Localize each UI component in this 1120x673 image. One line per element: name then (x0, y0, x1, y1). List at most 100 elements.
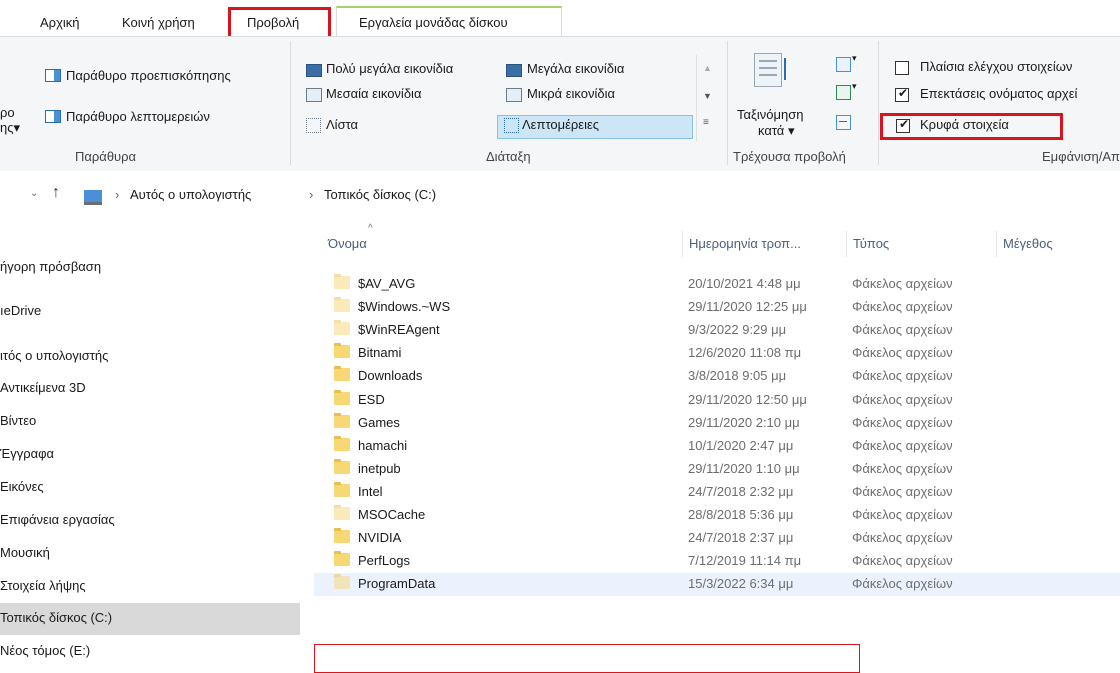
nav-item-new-volume[interactable]: Νέος τόμος (E:) (0, 636, 300, 668)
size-columns-to-fit-icon[interactable] (836, 115, 851, 130)
column-header-date[interactable]: Ημερομηνία τροπ... (689, 236, 801, 251)
folder-icon (334, 528, 350, 544)
file-row[interactable]: MSOCache 28/8/2018 5:36 μμ Φάκελος αρχείων (314, 504, 1120, 527)
extra-large-icons-option[interactable]: Πολύ μεγάλα εικονίδια (326, 61, 453, 76)
file-type: Φάκελος αρχείων (852, 414, 953, 430)
file-row[interactable]: Bitnami 12/6/2020 11:08 πμ Φάκελος αρχείων (314, 342, 1120, 365)
file-type: Φάκελος αρχείων (852, 437, 953, 453)
file-row[interactable]: ESD 29/11/2020 12:50 μμ Φάκελος αρχείων (314, 389, 1120, 412)
gallery-up-icon[interactable]: ▲ (703, 63, 712, 73)
sort-by-label[interactable]: Ταξινόμηση (737, 107, 803, 122)
file-row[interactable]: Games 29/11/2020 2:10 μμ Φάκελος αρχείων (314, 412, 1120, 435)
nav-item-this-pc[interactable]: ιτός ο υπολογιστής (0, 341, 300, 373)
folder-icon (334, 551, 350, 567)
file-row[interactable]: PerfLogs 7/12/2019 11:14 πμ Φάκελος αρχείω… (314, 550, 1120, 573)
file-name: hamachi (358, 437, 408, 453)
nav-item-music[interactable]: Μουσική (0, 538, 300, 570)
tab-drive-tools[interactable]: Εργαλεία μονάδας δίσκου (357, 12, 510, 34)
group-by-icon[interactable] (836, 57, 851, 72)
folder-icon (334, 458, 350, 474)
sort-by-dropdown[interactable]: κατά ▾ (758, 123, 794, 139)
file-row[interactable]: $AV_AVG 20/10/2021 4:48 μμ Φάκελος αρχείων (314, 273, 1120, 296)
gallery-down-icon[interactable]: ▼ (703, 91, 712, 101)
nav-item-quick-access[interactable]: ήγορη πρόσβαση (0, 252, 300, 284)
file-row[interactable]: $WinREAgent 9/3/2022 9:29 μμ Φάκελος αρχεί… (314, 319, 1120, 342)
nav-item-pictures[interactable]: Εικόνες (0, 472, 300, 504)
tab-home[interactable]: Αρχική (38, 12, 82, 34)
nav-item-desktop[interactable]: Επιφάνεια εργασίας (0, 505, 300, 537)
nav-item-3d-objects[interactable]: Αντικείμενα 3D (0, 373, 300, 405)
breadcrumb-separator-icon: › (309, 187, 314, 202)
breadcrumb-local-disk[interactable]: Τοπικός δίσκος (C:) (324, 187, 436, 202)
tab-share[interactable]: Κοινή χρήση (120, 12, 197, 34)
file-name-extensions-checkbox[interactable]: ✔ (895, 86, 909, 102)
gallery-more-icon[interactable]: ≡ (703, 117, 709, 128)
file-type: Φάκελος αρχείων (852, 460, 953, 476)
folder-icon (334, 297, 350, 313)
file-name: MSOCache (358, 507, 426, 522)
file-date: 24/7/2018 2:32 μμ (688, 483, 794, 499)
file-row[interactable]: $Windows.~WS 29/11/2020 12:25 μμ Φάκελος α… (314, 296, 1120, 319)
nav-item-local-disk[interactable]: Τοπικός δίσκος (C:) (0, 603, 300, 635)
file-name: ESD (358, 391, 385, 407)
file-name-extensions-label[interactable]: Επεκτάσεις ονόματος αρχεί (920, 86, 1077, 101)
column-header-name[interactable]: Όνομα (328, 236, 367, 251)
medium-icons-icon (306, 88, 322, 102)
group-divider (878, 41, 879, 165)
file-name: Downloads (358, 368, 423, 384)
list-view-icon (306, 118, 321, 133)
navigation-pane: ήγορη πρόσβαση ıeDrive ιτός ο υπολογιστή… (0, 221, 300, 671)
file-row[interactable]: inetpub 29/11/2020 1:10 μμ Φάκελος αρχείων (314, 458, 1120, 481)
tab-view[interactable]: Προβολή (245, 12, 301, 34)
column-divider[interactable] (846, 231, 847, 257)
sort-ascending-icon: ^ (368, 223, 373, 234)
file-type: Φάκελος αρχείων (852, 576, 953, 592)
column-header-type[interactable]: Τύπος (853, 236, 889, 251)
details-option[interactable]: Λεπτομέρειες (522, 117, 599, 132)
small-icons-icon (506, 88, 522, 102)
file-date: 15/3/2022 6:34 μμ (688, 576, 794, 592)
file-date: 7/12/2019 11:14 πμ (688, 553, 802, 569)
column-divider[interactable] (682, 231, 683, 257)
add-columns-icon[interactable] (836, 85, 851, 100)
file-name: Intel (358, 483, 383, 499)
up-arrow-icon[interactable]: ↑ (52, 184, 60, 202)
small-icons-option[interactable]: Μικρά εικονίδια (527, 86, 615, 101)
add-columns-dropdown-icon[interactable]: ▾ (852, 81, 857, 92)
column-divider[interactable] (996, 231, 997, 257)
navigation-pane-button-partial-2[interactable]: ης▾ (0, 120, 20, 136)
file-type: Φάκελος αρχείων (852, 530, 953, 546)
nav-item-onedrive[interactable]: ıeDrive (0, 296, 300, 328)
file-row[interactable]: Intel 24/7/2018 2:32 μμ Φάκελος αρχείων (314, 481, 1120, 504)
file-type: Φάκελος αρχείων (852, 276, 953, 291)
recent-locations-dropdown-icon[interactable]: ⌄ (30, 188, 38, 199)
file-name: Games (358, 414, 400, 430)
navigation-pane-button-partial[interactable]: ρο (0, 105, 15, 120)
item-check-boxes-checkbox[interactable] (895, 61, 909, 75)
hidden-items-label[interactable]: Κρυφά στοιχεία (920, 117, 1009, 132)
file-type: Φάκελος αρχείων (852, 483, 953, 499)
item-check-boxes-label[interactable]: Πλαίσια ελέγχου στοιχείων (920, 59, 1072, 74)
nav-item-documents[interactable]: Έγγραφα (0, 439, 300, 471)
file-row[interactable]: ProgramData 15/3/2022 6:34 μμ Φάκελος αρχε… (314, 573, 1120, 597)
file-row[interactable]: Downloads 3/8/2018 9:05 μμ Φάκελος αρχείων (314, 365, 1120, 388)
file-row[interactable]: NVIDIA 24/7/2018 2:37 μμ Φάκελος αρχείων (314, 527, 1120, 550)
large-icons-icon (506, 64, 522, 77)
column-header-size[interactable]: Μέγεθος (1003, 236, 1053, 251)
this-pc-icon (84, 190, 102, 205)
large-icons-option[interactable]: Μεγάλα εικονίδια (527, 61, 624, 76)
medium-icons-option[interactable]: Μεσαία εικονίδια (326, 86, 421, 101)
details-pane-button[interactable]: Παράθυρο λεπτομερειών (66, 109, 210, 124)
file-row[interactable]: hamachi 10/1/2020 2:47 μμ Φάκελος αρχείων (314, 435, 1120, 458)
list-option[interactable]: Λίστα (326, 117, 358, 132)
layout-gallery-scroll[interactable]: ▲ ▼ ≡ (696, 55, 717, 141)
details-view-icon (504, 118, 519, 133)
preview-pane-button[interactable]: Παράθυρο προεπισκόπησης (66, 68, 231, 83)
file-type: Φάκελος αρχείων (852, 368, 953, 384)
breadcrumb-this-pc[interactable]: Αυτός ο υπολογιστής (130, 187, 251, 202)
nav-item-downloads[interactable]: Στοιχεία λήψης (0, 571, 300, 603)
group-by-dropdown-icon[interactable]: ▾ (852, 53, 857, 64)
nav-item-videos[interactable]: Βίντεο (0, 406, 300, 438)
folder-icon (334, 412, 350, 428)
hidden-items-checkbox[interactable]: ✔ (896, 117, 910, 133)
